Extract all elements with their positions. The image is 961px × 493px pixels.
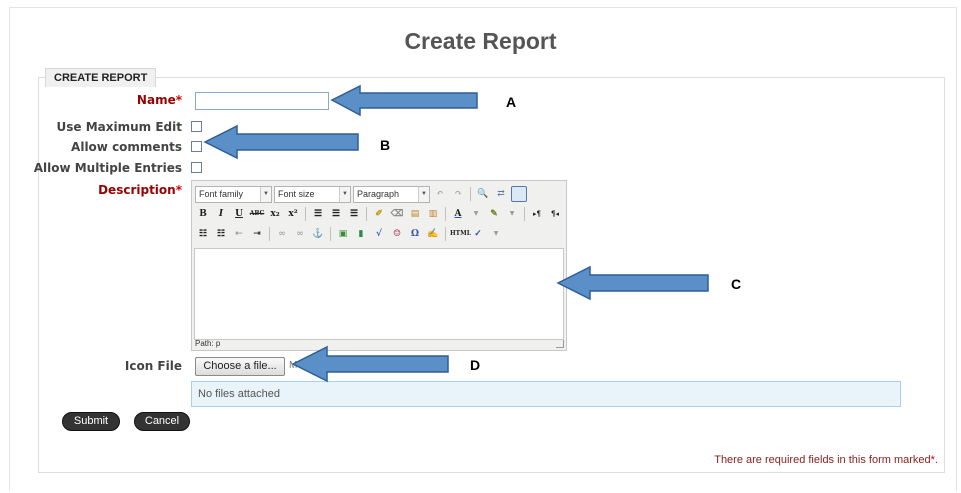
clean-up-icon[interactable]: ✐ — [371, 206, 387, 222]
eraser-icon[interactable]: ⌫ — [389, 206, 405, 222]
rich-text-editor: Font family ▼ Font size ▼ Paragraph ▼ ↶ ↷ 🔍… — [191, 180, 567, 351]
html-icon[interactable]: HTML — [450, 226, 471, 242]
chevron-down-icon: ▼ — [260, 186, 271, 202]
annotation-arrow-a — [330, 84, 478, 117]
subscript-button[interactable]: x₂ — [267, 206, 283, 222]
superscript-button[interactable]: x² — [285, 206, 301, 222]
toolbar-separator — [524, 207, 525, 221]
required-star: * — [175, 93, 182, 107]
indent-icon[interactable]: ⇥ — [249, 226, 265, 242]
annotation-arrow-b — [203, 124, 359, 160]
ltr-icon[interactable]: ▸¶ — [529, 206, 545, 222]
resize-grip-icon[interactable] — [556, 340, 564, 348]
text-color-icon[interactable]: A — [450, 206, 466, 222]
toolbar-separator — [445, 207, 446, 221]
toolbar-separator — [269, 227, 270, 241]
format-select[interactable]: Paragraph ▼ — [353, 185, 430, 203]
paste-word-icon[interactable]: ▥ — [425, 206, 441, 222]
fullscreen-icon[interactable] — [511, 186, 527, 202]
align-center-icon[interactable]: ☰ — [328, 206, 344, 222]
align-right-icon[interactable]: ☰ — [346, 206, 362, 222]
choose-file-button[interactable]: Choose a file... — [195, 357, 285, 376]
description-label-text: Description — [98, 183, 176, 197]
attached-files-box: No files attached — [191, 381, 901, 407]
replace-icon[interactable]: ⇄ — [493, 186, 509, 202]
format-value: Paragraph — [357, 188, 400, 199]
allow-comments-checkbox[interactable] — [191, 141, 202, 152]
bullet-list-icon[interactable]: ☷ — [195, 226, 211, 242]
required-note-text: There are required fields in this form m… — [714, 454, 931, 466]
annotation-label-b: B — [380, 137, 391, 153]
submit-button[interactable]: Submit — [62, 412, 120, 431]
chevron-down-icon[interactable]: ▼ — [488, 226, 504, 242]
equation-icon[interactable]: √ — [371, 226, 387, 242]
redo-icon[interactable]: ↷ — [450, 186, 466, 202]
allow-comments-label: Allow comments — [71, 140, 182, 154]
annotation-arrow-c — [556, 265, 709, 301]
outdent-icon[interactable]: ⇤ — [231, 226, 247, 242]
underline-button[interactable]: U — [231, 206, 247, 222]
font-family-value: Font family — [199, 188, 244, 199]
bold-button[interactable]: B — [195, 206, 211, 222]
spellcheck-icon[interactable]: ✓ — [470, 226, 486, 242]
annotation-label-c: C — [731, 276, 742, 292]
undo-icon[interactable]: ↶ — [432, 186, 448, 202]
chevron-down-icon[interactable]: ▼ — [468, 206, 484, 222]
link-icon[interactable]: ∞ — [274, 226, 290, 242]
toolbar-separator — [470, 187, 471, 201]
chevron-down-icon[interactable]: ▼ — [504, 206, 520, 222]
rtl-icon[interactable]: ¶◂ — [547, 206, 563, 222]
name-label-text: Name — [136, 93, 176, 107]
italic-button[interactable]: I — [213, 206, 229, 222]
toolbar-separator — [445, 227, 446, 241]
annotation-label-a: A — [506, 94, 517, 110]
chevron-down-icon: ▼ — [339, 186, 350, 202]
font-size-select[interactable]: Font size ▼ — [274, 185, 351, 203]
numbered-list-icon[interactable]: ☷ — [213, 226, 229, 242]
use-max-edit-checkbox[interactable] — [191, 121, 202, 132]
anchor-icon[interactable]: ⚓ — [310, 226, 326, 242]
editor-toolbar-row-1: Font family ▼ Font size ▼ Paragraph ▼ ↶ ↷ 🔍… — [195, 184, 527, 204]
name-input[interactable] — [195, 92, 329, 110]
editor-path: Path: p — [195, 339, 221, 348]
font-size-value: Font size — [278, 188, 315, 199]
required-fields-note: There are required fields in this form m… — [714, 454, 938, 466]
annotation-arrow-d — [291, 345, 449, 383]
fieldset-legend: CREATE REPORT — [45, 68, 157, 87]
allow-multiple-checkbox[interactable] — [191, 162, 202, 173]
editor-toolbar-row-2: B I U ABC x₂ x² ☰ ☰ ☰ ✐ ⌫ ▤ ▥ A ▼ ✎ ▼ ▸¶… — [195, 204, 563, 224]
page-title: Create Report — [404, 28, 557, 54]
description-label: Description* — [98, 183, 182, 197]
align-left-icon[interactable]: ☰ — [310, 206, 326, 222]
chevron-down-icon: ▼ — [418, 186, 429, 202]
emoticon-icon[interactable]: ☺ — [389, 226, 405, 242]
toolbar-separator — [330, 227, 331, 241]
find-icon[interactable]: 🔍 — [475, 186, 491, 202]
required-star: *. — [930, 454, 938, 466]
annotation-label-d: D — [470, 357, 481, 373]
edit-icon[interactable]: ✍ — [425, 226, 441, 242]
name-label: Name* — [137, 93, 182, 107]
required-star: * — [175, 183, 182, 197]
image-icon[interactable]: ▣ — [335, 226, 351, 242]
toolbar-separator — [305, 207, 306, 221]
highlight-color-icon[interactable]: ✎ — [486, 206, 502, 222]
use-max-edit-label: Use Maximum Edit — [56, 120, 182, 134]
unlink-icon[interactable]: ∞ — [292, 226, 308, 242]
strikethrough-button[interactable]: ABC — [249, 206, 265, 222]
paste-text-icon[interactable]: ▤ — [407, 206, 423, 222]
editor-toolbar-row-3: ☷ ☷ ⇤ ⇥ ∞ ∞ ⚓ ▣ ▮ √ ☺ Ω ✍ HTML ✓ ▼ — [195, 224, 504, 244]
cancel-button[interactable]: Cancel — [134, 412, 190, 431]
allow-multiple-label: Allow Multiple Entries — [33, 161, 182, 175]
toolbar-separator — [366, 207, 367, 221]
icon-file-label: Icon File — [124, 359, 182, 373]
media-icon[interactable]: ▮ — [353, 226, 369, 242]
editor-content-area[interactable] — [194, 248, 564, 340]
omega-icon[interactable]: Ω — [407, 226, 423, 242]
font-family-select[interactable]: Font family ▼ — [195, 185, 272, 203]
